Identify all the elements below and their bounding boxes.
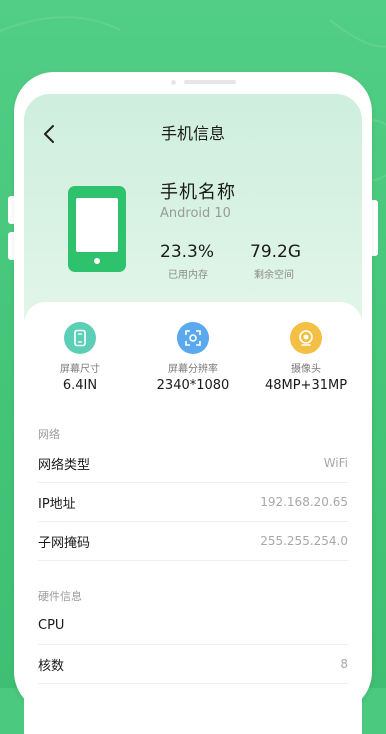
screen-size-icon [64, 322, 96, 354]
row-label: 网络类型 [38, 457, 91, 473]
camera-icon [290, 322, 322, 354]
memory-used-label: 已用内存 [168, 270, 208, 281]
feature-value: 48MP+31MP [264, 378, 348, 393]
front-camera [171, 80, 176, 85]
row-label: IP地址 [38, 496, 76, 512]
info-card: 屏幕尺寸 6.4IN 屏幕分辨率 2340*1080 摄像头 48MP+31MP… [24, 302, 362, 734]
feature-resolution: 屏幕分辨率 2340*1080 [137, 322, 249, 393]
phone-screen: 手机信息 手机名称 Android 10 23.3% 已用内存 79.2G 剩余… [24, 94, 362, 734]
resolution-icon [177, 322, 209, 354]
memory-used-value: 23.3% [160, 242, 215, 262]
phone-device-icon [68, 186, 126, 272]
storage-free-label: 剩余空间 [254, 270, 294, 281]
os-version: Android 10 [160, 206, 231, 221]
feature-camera: 摄像头 48MP+31MP [250, 322, 362, 393]
storage-free-value: 79.2G [250, 242, 302, 262]
row-label: 核数 [38, 658, 65, 674]
page-title: 手机信息 [160, 124, 225, 143]
row-value: WiFi [323, 456, 348, 470]
feature-value: 6.4IN [62, 378, 98, 393]
hardware-section-title: 硬件信息 [38, 590, 82, 603]
row-value: 192.168.20.65 [260, 495, 348, 509]
cores-row: 核数 8 [38, 645, 348, 684]
feature-value: 2340*1080 [156, 378, 230, 393]
cpu-row: CPU [38, 606, 348, 645]
network-type-row: 网络类型 WiFi [38, 444, 348, 483]
device-name: 手机名称 [160, 182, 236, 203]
row-label: CPU [38, 617, 65, 633]
feature-label: 摄像头 [291, 364, 321, 375]
ip-address-row: IP地址 192.168.20.65 [38, 483, 348, 522]
network-section-title: 网络 [38, 428, 60, 441]
feature-label: 屏幕尺寸 [60, 364, 100, 375]
row-value: 8 [340, 657, 348, 671]
row-label: 子网掩码 [38, 535, 91, 551]
phone-mockup: 手机信息 手机名称 Android 10 23.3% 已用内存 79.2G 剩余… [14, 72, 372, 734]
phone-speaker [184, 80, 236, 84]
device-header: 手机信息 手机名称 Android 10 23.3% 已用内存 79.2G 剩余… [24, 94, 362, 334]
subnet-mask-row: 子网掩码 255.255.254.0 [38, 522, 348, 561]
feature-screen-size: 屏幕尺寸 6.4IN [24, 322, 136, 393]
row-value: 255.255.254.0 [260, 534, 348, 548]
feature-label: 屏幕分辨率 [168, 364, 218, 375]
